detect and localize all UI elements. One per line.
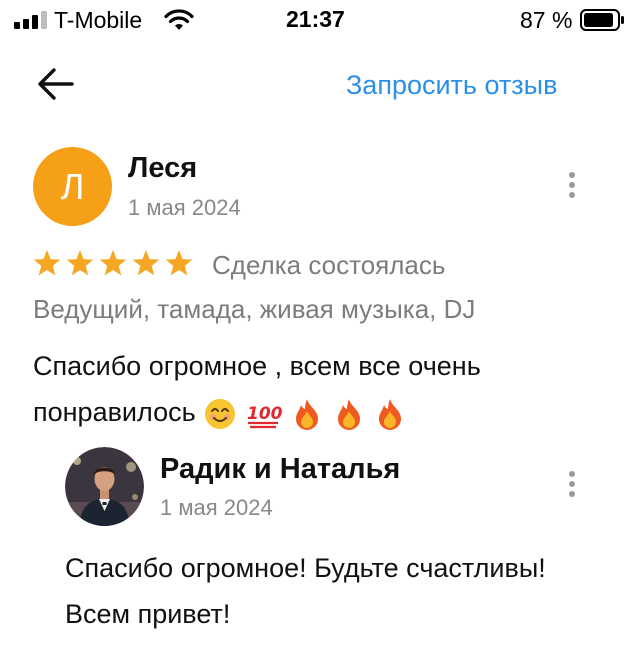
- carrier-name: T-Mobile: [54, 7, 143, 33]
- avatar: Л: [33, 147, 112, 226]
- review-date: 1 мая 2024: [128, 195, 241, 220]
- fire-emoji-icon: [296, 398, 319, 430]
- deal-status: Сделка состоялась: [212, 250, 446, 280]
- star-icon: [165, 250, 193, 276]
- rating-stars: [33, 250, 193, 276]
- review-text: Спасибо огромное , всем все очень понрав…: [33, 343, 613, 435]
- review-author-name: Леся: [128, 152, 198, 184]
- fire-emoji-icon: [337, 398, 360, 430]
- battery-icon: [580, 9, 624, 31]
- star-icon: [132, 250, 160, 276]
- reply-more-options-icon[interactable]: [557, 467, 587, 507]
- review-more-options-icon[interactable]: [557, 168, 587, 208]
- hundred-points-emoji-icon: 100: [247, 404, 283, 428]
- star-icon: [66, 250, 94, 276]
- signal-icon: [14, 11, 47, 29]
- request-review-button[interactable]: Запросить отзыв: [346, 70, 557, 101]
- status-bar: T-Mobile 21:37 87 %: [0, 0, 640, 44]
- reply-text: Спасибо огромное! Будьте счастливы! Всем…: [65, 553, 546, 629]
- battery-percent: 87 %: [520, 7, 573, 33]
- back-arrow-icon[interactable]: [36, 66, 76, 102]
- fire-emoji-icon: [379, 398, 402, 430]
- star-icon: [33, 250, 61, 276]
- wifi-icon: [164, 9, 194, 30]
- star-icon: [99, 250, 127, 276]
- service-category: Ведущий, тамада, живая музыка, DJ: [33, 294, 476, 324]
- svg-text:100: 100: [247, 404, 283, 424]
- reply-author-avatar: [65, 447, 144, 526]
- clock: 21:37: [286, 6, 345, 32]
- smiling-face-emoji-icon: [205, 398, 236, 429]
- reply-author-name: Радик и Наталья: [160, 453, 401, 485]
- reply-date: 1 мая 2024: [160, 495, 273, 520]
